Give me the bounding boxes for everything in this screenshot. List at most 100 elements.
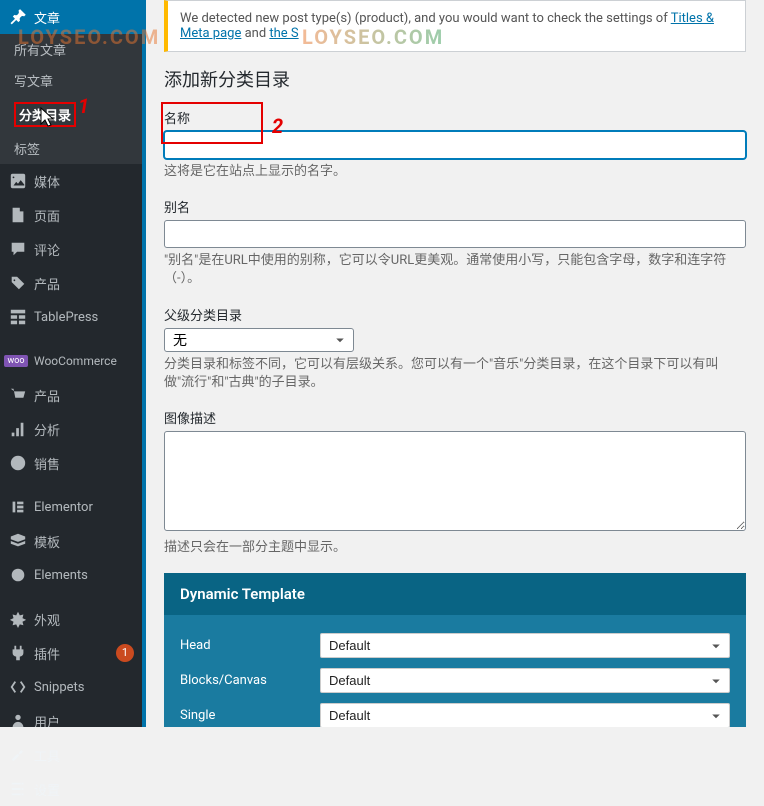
notification-text: We detected new post type(s) (product), …	[180, 11, 671, 26]
parent-label: 父级分类目录	[164, 305, 746, 324]
sidebar-item-comments[interactable]: 评论	[0, 232, 142, 266]
sidebar-posts-label: 文章	[34, 8, 134, 27]
sidebar-item-woocommerce[interactable]: woo WooCommerce	[0, 344, 142, 378]
sidebar-item-users[interactable]: 用户	[0, 704, 142, 738]
sidebar-analytics-label: 分析	[34, 420, 134, 439]
sidebar-item-posts[interactable]: 文章	[0, 0, 142, 34]
tools-icon	[8, 745, 28, 765]
desc-textarea[interactable]	[164, 431, 746, 531]
sidebar-item-media[interactable]: 媒体	[0, 164, 142, 198]
sidebar-tablepress-label: TablePress	[34, 310, 134, 325]
sidebar-snippets-label: Snippets	[34, 680, 134, 695]
dt-blocks-label: Blocks/Canvas	[180, 673, 320, 688]
field-parent: 父级分类目录 无 分类目录和标签不同，它可以有层级关系。您可以有一个"音乐"分类…	[164, 305, 746, 392]
dt-head-select[interactable]: Default	[320, 633, 730, 658]
sidebar-item-appearance[interactable]: 外观	[0, 602, 142, 636]
sidebar-pages-label: 页面	[34, 206, 134, 225]
main-content: We detected new post type(s) (product), …	[142, 0, 764, 727]
sidebar-tools-label: 工具	[34, 746, 134, 765]
dt-header: Dynamic Template	[164, 573, 746, 615]
sidebar-item-plugins[interactable]: 插件 1	[0, 636, 142, 670]
products-icon	[8, 273, 28, 293]
submenu-all-posts[interactable]: 所有文章	[0, 34, 142, 65]
cursor-icon	[38, 106, 58, 132]
plugins-icon	[8, 643, 28, 663]
sidebar-item-elements[interactable]: Elements	[0, 558, 142, 592]
pin-icon	[8, 7, 28, 27]
dt-body: Head Default Blocks/Canvas Default Singl…	[164, 615, 746, 727]
slug-help: "别名"是在URL中使用的别称，它可以令URL更美观。通常使用小写，只能包含字母…	[164, 252, 746, 288]
sidebar-appearance-label: 外观	[34, 610, 134, 629]
snippets-icon	[8, 677, 28, 697]
field-slug: 别名 "别名"是在URL中使用的别称，它可以令URL更美观。通常使用小写，只能包…	[164, 197, 746, 288]
sales-icon	[8, 453, 28, 473]
sidebar-woo-label: WooCommerce	[34, 354, 134, 368]
analytics-icon	[8, 419, 28, 439]
comments-icon	[8, 239, 28, 259]
dt-blocks-select[interactable]: Default	[320, 668, 730, 693]
page-title: 添加新分类目录	[164, 66, 746, 92]
products2-icon	[8, 385, 28, 405]
notification-mid: and	[241, 26, 269, 41]
name-label: 名称	[164, 108, 746, 127]
sidebar-item-pages[interactable]: 页面	[0, 198, 142, 232]
field-description: 图像描述 描述只会在一部分主题中显示。	[164, 408, 746, 557]
annotation-2: 2	[272, 114, 283, 138]
desc-label: 图像描述	[164, 408, 746, 427]
sidebar-plugins-label: 插件	[34, 644, 112, 663]
elements-icon	[8, 565, 28, 585]
sidebar-item-elementor[interactable]: Elementor	[0, 490, 142, 524]
sidebar-item-tablepress[interactable]: TablePress	[0, 300, 142, 334]
media-icon	[8, 171, 28, 191]
sidebar-products2-label: 产品	[34, 386, 134, 405]
sidebar-item-templates[interactable]: 模板	[0, 524, 142, 558]
slug-label: 别名	[164, 197, 746, 216]
name-help: 这将是它在站点上显示的名字。	[164, 163, 746, 181]
parent-select[interactable]: 无	[164, 328, 354, 352]
elementor-icon	[8, 497, 28, 517]
sidebar-item-analytics[interactable]: 分析	[0, 412, 142, 446]
tablepress-icon	[8, 307, 28, 327]
dt-single-select[interactable]: Default	[320, 703, 730, 727]
sidebar-item-products[interactable]: 产品	[0, 266, 142, 300]
templates-icon	[8, 531, 28, 551]
parent-help: 分类目录和标签不同，它可以有层级关系。您可以有一个"音乐"分类目录，在这个目录下…	[164, 356, 746, 392]
name-input[interactable]	[164, 131, 746, 159]
slug-input[interactable]	[164, 220, 746, 248]
dynamic-template-panel: Dynamic Template Head Default Blocks/Can…	[164, 573, 746, 727]
sidebar-item-sales[interactable]: 销售	[0, 446, 142, 480]
field-name: 名称 2 这将是它在站点上显示的名字。	[164, 108, 746, 181]
sidebar-elementor-label: Elementor	[34, 500, 134, 515]
plugins-badge: 1	[116, 644, 134, 662]
submenu-new-post[interactable]: 写文章	[0, 65, 142, 96]
sidebar-products-label: 产品	[34, 274, 134, 293]
appearance-icon	[8, 609, 28, 629]
submenu-categories[interactable]: 分类目录 1	[0, 96, 142, 133]
pages-icon	[8, 205, 28, 225]
sidebar-item-settings[interactable]: 设置	[0, 772, 142, 806]
dt-single-label: Single	[180, 708, 320, 723]
sidebar-users-label: 用户	[34, 712, 134, 731]
dt-head-label: Head	[180, 638, 320, 653]
sidebar-comments-label: 评论	[34, 240, 134, 259]
admin-sidebar: 文章 所有文章 写文章 分类目录 1 标签 媒体 页面 评论 产品 TableP…	[0, 0, 142, 727]
submenu-tags[interactable]: 标签	[0, 133, 142, 164]
woo-icon: woo	[8, 351, 28, 371]
sidebar-media-label: 媒体	[34, 172, 134, 191]
sidebar-templates-label: 模板	[34, 532, 134, 551]
posts-submenu: 所有文章 写文章 分类目录 1 标签	[0, 34, 142, 164]
dt-row-single: Single Default	[180, 703, 730, 727]
sidebar-item-products2[interactable]: 产品	[0, 378, 142, 412]
sidebar-item-tools[interactable]: 工具	[0, 738, 142, 772]
sidebar-item-snippets[interactable]: Snippets	[0, 670, 142, 704]
desc-help: 描述只会在一部分主题中显示。	[164, 539, 746, 557]
sidebar-sales-label: 销售	[34, 454, 134, 473]
dt-row-head: Head Default	[180, 633, 730, 658]
users-icon	[8, 711, 28, 731]
settings-icon	[8, 779, 28, 799]
notification-banner: We detected new post type(s) (product), …	[164, 0, 746, 52]
notification-link-2[interactable]: the S	[269, 26, 298, 41]
dt-row-blocks: Blocks/Canvas Default	[180, 668, 730, 693]
sidebar-settings-label: 设置	[34, 780, 134, 799]
annotation-1: 1	[78, 94, 89, 118]
